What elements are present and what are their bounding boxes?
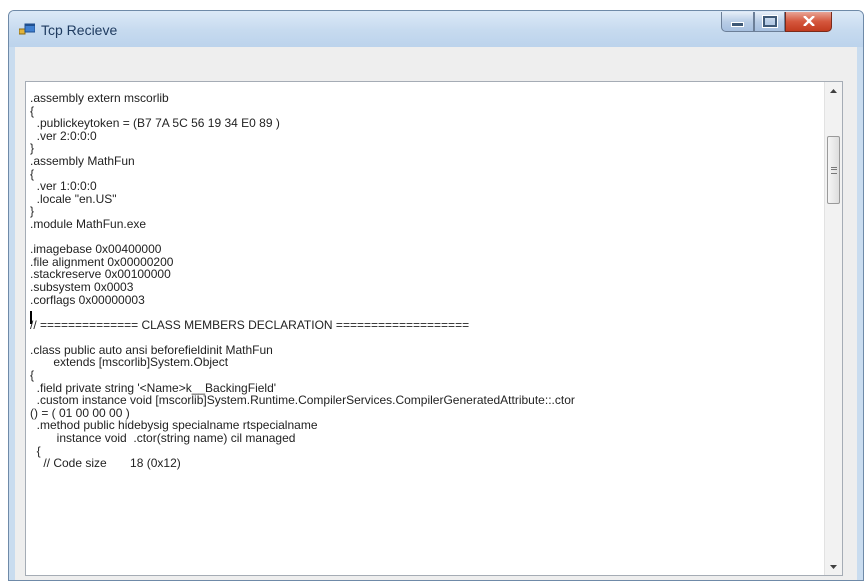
close-button[interactable] <box>785 12 832 32</box>
app-window-icon <box>18 23 36 37</box>
scroll-down-arrow-icon <box>830 562 837 571</box>
text-line: .corflags 0x00000003 <box>30 292 145 307</box>
scrollbar-thumb[interactable] <box>827 136 840 204</box>
text-line: .assembly extern mscorlib <box>30 91 169 105</box>
text-line: instance void .ctor(string name) cil man… <box>30 431 296 446</box>
text-line: .custom instance void [mscorlib]System.R… <box>30 393 575 408</box>
text-line: // Code size 18 (0x12) <box>30 456 181 471</box>
text-line: } <box>30 141 35 156</box>
text-line: { <box>30 166 35 181</box>
scrollbar-grip-icon <box>830 166 837 174</box>
scroll-down-button[interactable] <box>825 558 842 575</box>
text-line: .subsystem 0x0003 <box>30 279 134 294</box>
text-line: } <box>30 204 35 219</box>
text-line: .module MathFun.exe <box>30 216 147 231</box>
scroll-up-arrow-icon <box>830 86 837 95</box>
tcp-recieve-window: Tcp Recieve .assembly extern mscorlib { .… <box>8 10 864 581</box>
text-caret <box>30 311 32 324</box>
window-title: Tcp Recieve <box>41 22 118 38</box>
minimize-icon <box>731 22 744 27</box>
text-line <box>30 331 810 344</box>
vertical-scrollbar[interactable] <box>824 82 842 575</box>
text-line: .ver 2:0:0:0 <box>30 128 97 143</box>
close-icon <box>802 14 815 29</box>
text-line: .stackreserve 0x00100000 <box>30 267 171 282</box>
maximize-icon <box>761 15 778 28</box>
text-line: .imagebase 0x00400000 <box>30 242 162 257</box>
text-line: .locale "en.US" <box>30 191 117 206</box>
text-line: extends [mscorlib]System.Object <box>30 355 229 370</box>
text-line: .assembly MathFun <box>30 153 135 168</box>
text-line: { <box>30 368 35 383</box>
text-line: // ============== CLASS MEMBERS DECLARAT… <box>30 317 470 332</box>
title-bar[interactable]: Tcp Recieve <box>9 11 863 47</box>
scroll-up-button[interactable] <box>825 82 842 99</box>
text-line: .publickeytoken = (B7 7A 5C 56 19 34 E0 … <box>30 116 280 131</box>
text-line: .ver 1:0:0:0 <box>30 179 97 194</box>
received-text-content[interactable]: .assembly extern mscorlib { .publickeytok… <box>30 92 810 470</box>
maximize-button[interactable] <box>754 12 785 32</box>
text-line <box>30 306 810 319</box>
received-text-box[interactable]: .assembly extern mscorlib { .publickeytok… <box>25 81 843 576</box>
client-area: .assembly extern mscorlib { .publickeytok… <box>15 47 857 580</box>
minimize-button[interactable] <box>721 12 754 32</box>
